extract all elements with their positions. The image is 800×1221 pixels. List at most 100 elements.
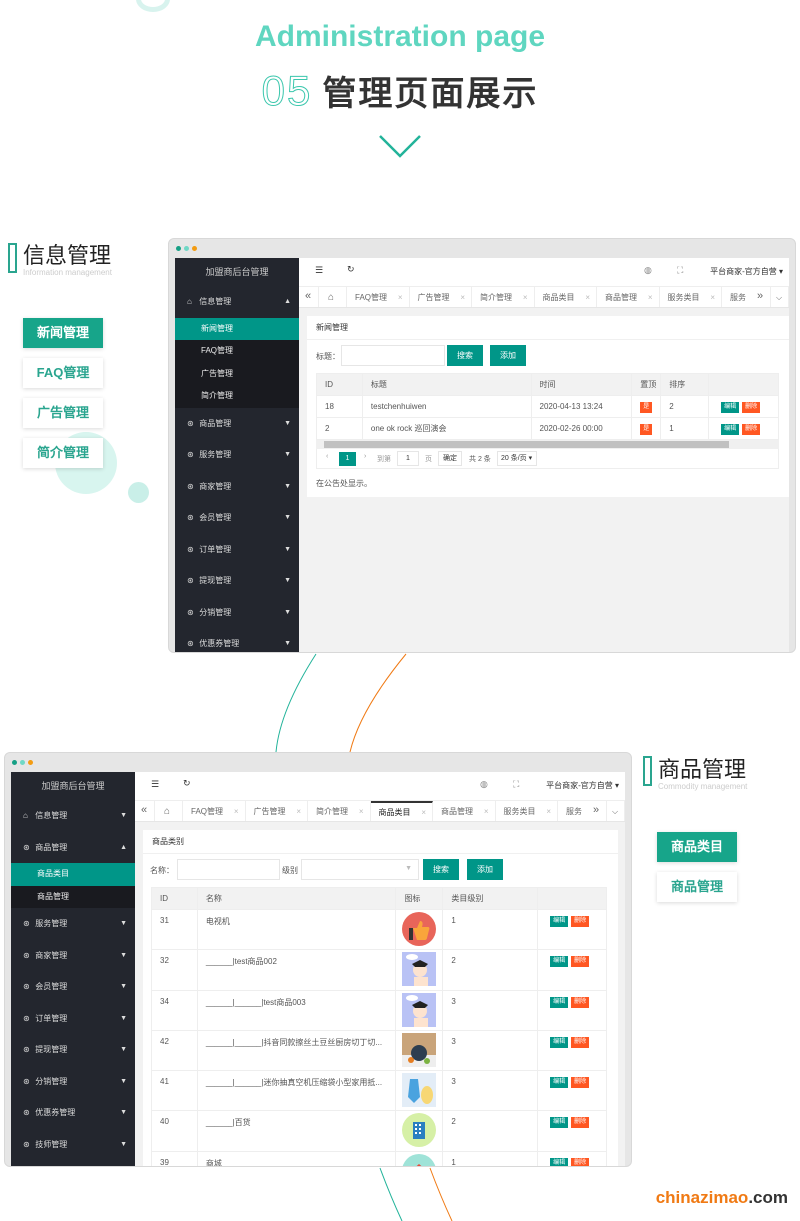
section-button[interactable]: 简介管理 — [23, 438, 103, 468]
edit-button[interactable]: 编辑 — [550, 1117, 569, 1129]
refresh-icon[interactable]: ↻ — [347, 264, 355, 275]
close-icon[interactable]: × — [546, 801, 551, 821]
scrollbar-thumb[interactable] — [324, 441, 729, 448]
tab[interactable]: 广告管理 × — [246, 801, 308, 821]
sidebar-group[interactable]: ⊛ 会员管理 ▼ — [175, 502, 299, 534]
sidebar-group[interactable]: ⌂ 信息管理 ▲ — [175, 286, 299, 318]
tab[interactable]: FAQ管理 × — [183, 801, 246, 821]
edit-button[interactable]: 编辑 — [550, 1077, 569, 1089]
close-icon[interactable]: × — [648, 287, 653, 307]
page-1[interactable]: 1 — [339, 452, 356, 466]
theme-icon[interactable]: ◍ — [480, 779, 488, 790]
delete-button[interactable]: 删除 — [571, 1036, 590, 1048]
prev-page-icon[interactable]: ‹ — [326, 453, 328, 460]
search-button[interactable]: 搜索 — [423, 859, 459, 880]
tab[interactable]: 商品类目 × — [535, 287, 597, 307]
tab[interactable]: 服务类目 × — [660, 287, 722, 307]
edit-button[interactable]: 编辑 — [550, 1157, 569, 1166]
sidebar-group[interactable]: ⊛ 分销管理 ▼ — [11, 1066, 135, 1098]
section-button[interactable]: FAQ管理 — [23, 358, 103, 388]
sidebar-group[interactable]: ⊛ 提现管理 ▼ — [175, 565, 299, 597]
fullscreen-icon[interactable]: ⛶ — [677, 265, 683, 276]
edit-button[interactable]: 编辑 — [550, 916, 569, 927]
close-icon[interactable]: × — [523, 287, 528, 307]
sidebar-group[interactable]: ⊛ 会员管理 ▼ — [11, 971, 135, 1003]
close-icon[interactable]: × — [585, 287, 590, 307]
refresh-icon[interactable]: ↻ — [183, 778, 191, 789]
edit-button[interactable]: 编辑 — [721, 423, 740, 435]
search-button[interactable]: 搜索 — [447, 345, 483, 366]
edit-button[interactable]: 编辑 — [550, 996, 569, 1008]
sidebar-group[interactable]: ⊛ 技师管理 ▼ — [11, 1129, 135, 1161]
close-icon[interactable]: × — [484, 801, 489, 821]
tabs-next-icon[interactable]: » — [749, 287, 771, 307]
section-button[interactable]: 商品管理 — [657, 872, 737, 902]
edit-button[interactable]: 编辑 — [550, 1036, 569, 1048]
tab[interactable]: 简介管理 × — [308, 801, 371, 821]
close-icon[interactable]: × — [234, 801, 239, 821]
sidebar-item[interactable]: 商品类目 — [11, 863, 135, 886]
menu-toggle-icon[interactable]: ☰ — [315, 265, 323, 276]
confirm-button[interactable]: 确定 — [438, 451, 462, 466]
tab[interactable]: FAQ管理 × — [347, 287, 410, 307]
section-button[interactable]: 商品类目 — [657, 832, 737, 862]
sidebar-group[interactable]: ⌂ 信息管理 ▼ — [11, 800, 135, 832]
tabs-next-icon[interactable]: » — [585, 801, 607, 821]
tab[interactable]: 服务类目 × — [496, 801, 558, 821]
sidebar-group[interactable]: ⊛ 服务管理 ▼ — [175, 439, 299, 471]
user-menu[interactable]: 平台商家-官方自营 ▾ — [710, 266, 783, 277]
delete-button[interactable]: 删除 — [742, 423, 761, 435]
section-button[interactable]: 新闻管理 — [23, 318, 103, 348]
close-icon[interactable]: × — [710, 287, 715, 307]
close-icon[interactable]: × — [398, 287, 403, 307]
tabs-prev-icon[interactable]: « — [135, 801, 155, 821]
add-button[interactable]: 添加 — [467, 859, 503, 880]
home-tab-icon[interactable]: ⌂ — [319, 287, 347, 307]
close-icon[interactable]: × — [359, 801, 364, 821]
sidebar-group[interactable]: ⊛ 订单管理 ▼ — [175, 534, 299, 566]
edit-button[interactable]: 编辑 — [550, 956, 569, 968]
tabs-dropdown-icon[interactable]: ⌵ — [607, 801, 625, 821]
sidebar-group[interactable]: ⊛ 订单管理 ▼ — [11, 1003, 135, 1035]
tab[interactable]: 简介管理 × — [472, 287, 535, 307]
section-button[interactable]: 广告管理 — [23, 398, 103, 428]
tab[interactable]: 商品类目 × — [370, 801, 433, 821]
sidebar-group[interactable]: ⊛ 服务管理 ▼ — [11, 908, 135, 940]
tab[interactable]: 广告管理 × — [410, 287, 472, 307]
sidebar-item[interactable]: 简介管理 — [175, 385, 299, 408]
sidebar-group[interactable]: ⊛ 优惠券管理 ▼ — [11, 1097, 135, 1129]
home-tab-icon[interactable]: ⌂ — [155, 801, 183, 821]
sidebar-group[interactable]: ⊛ 商家管理 ▼ — [11, 940, 135, 972]
next-page-icon[interactable]: › — [364, 453, 366, 460]
horizontal-scrollbar[interactable] — [316, 440, 779, 449]
sidebar-group[interactable]: ⊛ 商品管理 ▲ — [11, 832, 135, 864]
sidebar-group[interactable]: ⊛ 优惠券管理 ▼ — [175, 628, 299, 652]
tabs-prev-icon[interactable]: « — [299, 287, 319, 307]
delete-button[interactable]: 删除 — [571, 1077, 590, 1089]
sidebar-group[interactable]: ⊛ 提现管理 ▼ — [11, 1034, 135, 1066]
close-icon[interactable]: × — [421, 803, 426, 821]
sidebar-group[interactable]: ⊛ 商品管理 ▼ — [175, 408, 299, 440]
user-menu[interactable]: 平台商家-官方自营 ▾ — [546, 780, 619, 791]
delete-button[interactable]: 删除 — [571, 916, 590, 927]
delete-button[interactable]: 删除 — [742, 401, 761, 413]
tab[interactable]: 商品管理 × — [597, 287, 660, 307]
close-icon[interactable]: × — [460, 287, 465, 307]
tabs-dropdown-icon[interactable]: ⌵ — [771, 287, 789, 307]
delete-button[interactable]: 删除 — [571, 1157, 590, 1166]
sidebar-item[interactable]: 商品管理 — [11, 886, 135, 909]
theme-icon[interactable]: ◍ — [644, 265, 652, 276]
sidebar-group[interactable]: ⊛ 商家管理 ▼ — [175, 471, 299, 503]
sidebar-item[interactable]: 新闻管理 — [175, 317, 299, 340]
sidebar-item[interactable]: 广告管理 — [175, 363, 299, 386]
page-input[interactable]: 1 — [397, 451, 419, 466]
title-search-input[interactable] — [341, 345, 445, 366]
delete-button[interactable]: 删除 — [571, 996, 590, 1008]
delete-button[interactable]: 删除 — [571, 1117, 590, 1129]
sidebar-group[interactable]: ⊛ 分销管理 ▼ — [175, 597, 299, 629]
delete-button[interactable]: 删除 — [571, 956, 590, 968]
close-icon[interactable]: × — [296, 801, 301, 821]
tab[interactable]: 商品管理 × — [433, 801, 496, 821]
menu-toggle-icon[interactable]: ☰ — [151, 779, 159, 790]
name-search-input[interactable] — [177, 859, 280, 880]
